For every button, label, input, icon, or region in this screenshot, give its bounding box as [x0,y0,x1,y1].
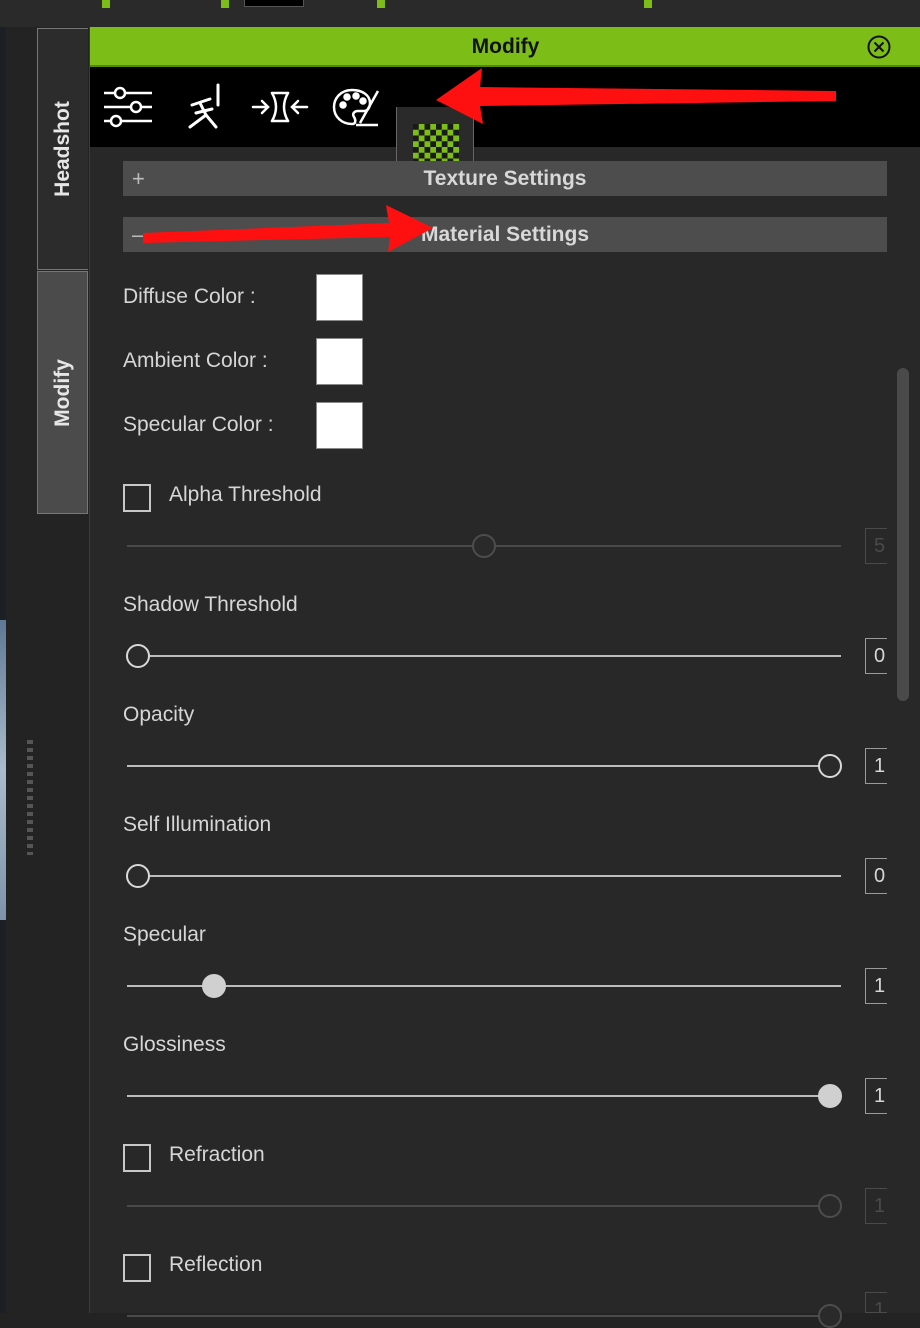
alpha-threshold-label: Alpha Threshold [169,483,322,506]
self-illumination-label: Self Illumination [123,813,272,836]
material-settings-header[interactable]: – Material Settings [123,217,887,252]
resize-grip-handle[interactable] [27,740,33,855]
top-bar-slot [244,0,304,7]
self-illumination-value[interactable]: 0 [865,858,887,894]
texture-settings-header[interactable]: + Texture Settings [123,161,887,196]
modify-toolbar [90,67,920,187]
viewport-image-edge [0,620,6,920]
diffuse-color-label: Diffuse Color : [123,285,256,308]
slider-thumb[interactable] [818,1084,842,1108]
glossiness-slider[interactable] [127,1084,842,1108]
morph-arrows-icon [251,91,309,123]
slider-thumb[interactable] [818,754,842,778]
alpha-threshold-checkbox[interactable] [123,484,151,512]
opacity-label: Opacity [123,703,195,726]
modify-panel: Modify + Texture Settings – Material Set… [89,27,920,1328]
opacity-value[interactable]: 1 [865,748,887,784]
tool-morph-button[interactable] [242,67,318,147]
palette-icon [332,88,380,127]
slider-thumb[interactable] [818,1194,842,1218]
reflection-checkbox[interactable] [123,1254,151,1282]
tool-paint-button[interactable] [318,67,394,147]
slider-thumb[interactable] [202,974,226,998]
self-illumination-slider[interactable] [126,864,841,888]
opacity-slider[interactable] [127,754,842,778]
slider-thumb[interactable] [472,534,496,558]
glossiness-label: Glossiness [123,1033,226,1056]
refraction-value[interactable]: 1 [865,1188,887,1224]
tab-headshot[interactable]: Headshot [37,28,88,270]
specular-color-swatch[interactable] [316,402,363,449]
tab-modify[interactable]: Modify [37,271,88,514]
reflection-slider[interactable] [127,1304,842,1328]
specular-color-label: Specular Color : [123,413,274,436]
sliders-icon [104,86,152,128]
specular-value[interactable]: 1 [865,968,887,1004]
panel-scrollbar[interactable] [897,368,909,701]
glossiness-value[interactable]: 1 [865,1078,887,1114]
panel-title-bar: Modify [90,27,920,67]
specular-label: Specular [123,923,206,946]
diffuse-color-swatch[interactable] [316,274,363,321]
tab-headshot-label: Headshot [51,101,74,197]
ambient-color-swatch[interactable] [316,338,363,385]
slider-thumb[interactable] [818,1304,842,1328]
alpha-threshold-slider[interactable] [127,534,841,558]
top-bar [0,0,920,27]
refraction-checkbox[interactable] [123,1144,151,1172]
slider-thumb[interactable] [126,644,150,668]
top-bar-marker [221,0,229,8]
material-settings-label: Material Settings [420,223,590,246]
specular-slider[interactable] [127,974,841,998]
panel-title: Modify [471,35,540,58]
top-bar-marker [102,0,110,8]
shadow-threshold-slider[interactable] [126,644,841,668]
top-bar-marker [377,0,385,8]
ambient-color-label: Ambient Color : [123,349,268,372]
shadow-threshold-value[interactable]: 0 [865,638,887,674]
refraction-label: Refraction [169,1143,265,1166]
refraction-slider[interactable] [127,1194,842,1218]
slider-thumb[interactable] [126,864,150,888]
tool-motion-button[interactable] [166,67,242,147]
alpha-threshold-value[interactable]: 5 [865,528,887,564]
close-circle-icon [867,35,891,59]
reflection-value[interactable]: 1 [865,1292,887,1313]
figure-edit-icon [188,83,220,129]
close-button[interactable] [867,35,891,59]
tab-modify-label: Modify [50,358,74,427]
reflection-label: Reflection [169,1253,263,1276]
shadow-threshold-label: Shadow Threshold [123,593,298,616]
tool-attributes-button[interactable] [90,67,166,147]
top-bar-marker [644,0,652,8]
texture-settings-label: Texture Settings [423,167,587,190]
